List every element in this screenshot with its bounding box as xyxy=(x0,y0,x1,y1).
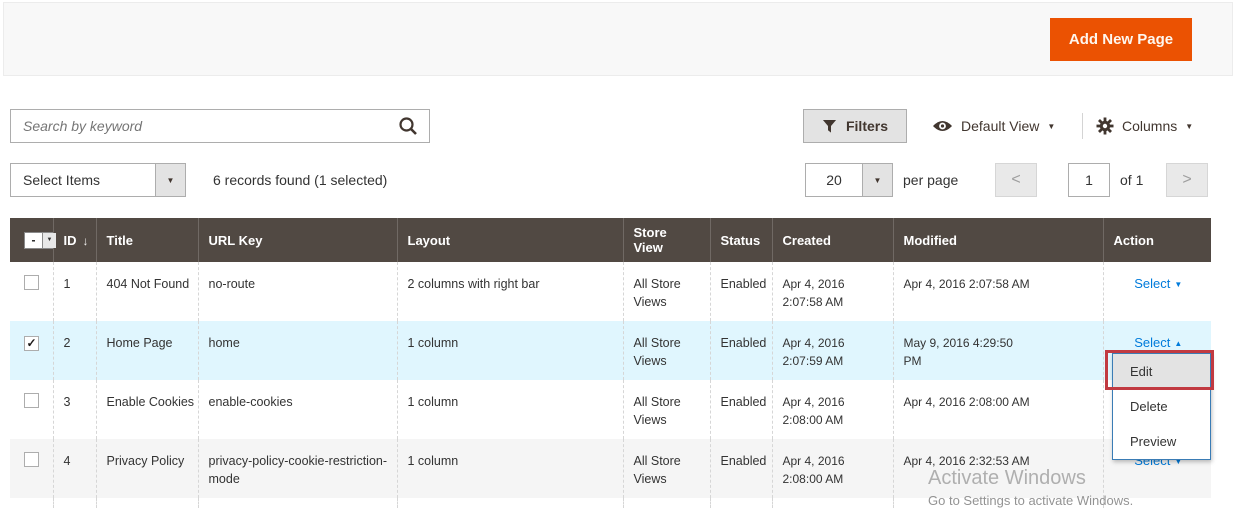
action-menu-item-preview[interactable]: Preview xyxy=(1113,424,1210,459)
select-all-dropdown[interactable]: - ▼ xyxy=(24,232,57,249)
cell-layout: 1 column xyxy=(397,380,623,439)
cell-id: 1 xyxy=(53,262,96,321)
columns-label: Columns xyxy=(1122,118,1177,134)
keyword-search xyxy=(10,109,430,143)
cell-created: Apr 4, 2016 2:08:00 AM xyxy=(772,439,893,498)
row-checkbox[interactable] xyxy=(24,275,39,290)
per-page-value: 20 xyxy=(806,164,862,196)
next-page-button[interactable]: > xyxy=(1166,163,1208,197)
cell-status: Enabled xyxy=(710,262,772,321)
search-input[interactable] xyxy=(11,110,387,142)
cell-store-view: All Store Views xyxy=(623,262,710,321)
previous-page-button[interactable]: < xyxy=(995,163,1037,197)
caret-down-icon: ▼ xyxy=(1185,122,1193,131)
action-menu-item-edit[interactable]: Edit xyxy=(1113,354,1210,389)
column-header-title[interactable]: Title xyxy=(96,218,198,262)
column-header-id[interactable]: ID↓ xyxy=(53,218,96,262)
current-page-input[interactable] xyxy=(1068,163,1110,197)
total-pages-label: of 1 xyxy=(1120,163,1143,197)
row-action-menu: Edit Delete Preview xyxy=(1112,353,1211,460)
cell-modified: Apr 4, 2016 2:08:00 AM xyxy=(893,380,1103,439)
controls-divider xyxy=(1082,113,1083,139)
column-header-layout[interactable]: Layout xyxy=(397,218,623,262)
table-row: 4 Privacy Policy privacy-policy-cookie-r… xyxy=(10,439,1211,498)
column-header-created[interactable]: Created xyxy=(772,218,893,262)
cell-id: 4 xyxy=(53,439,96,498)
cell-modified: Apr 4, 2016 2:32:53 AM xyxy=(893,439,1103,498)
default-view-dropdown[interactable]: Default View ▼ xyxy=(932,109,1055,143)
cell-status: Enabled xyxy=(710,439,772,498)
table-row: 3 Enable Cookies enable-cookies 1 column… xyxy=(10,380,1211,439)
cell-title: Home Page xyxy=(96,321,198,380)
row-action-select-open[interactable]: Select▲ xyxy=(1134,335,1182,350)
caret-down-icon[interactable]: ▼ xyxy=(862,164,892,196)
row-checkbox[interactable] xyxy=(24,452,39,467)
mass-action-select[interactable]: Select Items ▼ xyxy=(10,163,186,197)
page-header-strip xyxy=(3,2,1233,76)
cell-modified: May 9, 2016 4:29:50 PM xyxy=(893,321,1103,380)
filter-funnel-icon xyxy=(822,119,837,134)
filters-button[interactable]: Filters xyxy=(803,109,907,143)
eye-icon xyxy=(932,119,953,133)
caret-down-icon: ▼ xyxy=(1047,122,1055,131)
row-checkbox[interactable] xyxy=(24,393,39,408)
caret-down-icon: ▼ xyxy=(1174,280,1182,289)
cms-pages-table: - ▼ ID↓ Title URL Key Layout Store View … xyxy=(10,218,1211,508)
row-checkbox-checked[interactable]: ✓ xyxy=(24,336,39,351)
cell-store-view: All Store Views xyxy=(623,321,710,380)
cell-created: Apr 4, 2016 2:08:00 AM xyxy=(772,380,893,439)
column-header-action: Action xyxy=(1103,218,1211,262)
table-header-row: - ▼ ID↓ Title URL Key Layout Store View … xyxy=(10,218,1211,262)
cell-url-key: privacy-policy-cookie-restriction-mode xyxy=(198,439,397,498)
caret-down-icon[interactable]: ▼ xyxy=(42,233,56,248)
cell-layout: 1 column xyxy=(397,321,623,380)
cell-title: Enable Cookies xyxy=(96,380,198,439)
records-summary: 6 records found (1 selected) xyxy=(213,163,387,197)
sort-descending-icon: ↓ xyxy=(83,234,89,248)
default-view-label: Default View xyxy=(961,118,1039,134)
cell-created: Apr 4, 2016 2:07:59 AM xyxy=(772,321,893,380)
cell-title: 404 Not Found xyxy=(96,262,198,321)
cell-status: Enabled xyxy=(710,380,772,439)
table-row: 1 404 Not Found no-route 2 columns with … xyxy=(10,262,1211,321)
cell-url-key: home xyxy=(198,321,397,380)
column-header-status[interactable]: Status xyxy=(710,218,772,262)
table-row-selected: ✓ 2 Home Page home 1 column All Store Vi… xyxy=(10,321,1211,380)
cell-title: Privacy Policy xyxy=(96,439,198,498)
column-header-store-view[interactable]: Store View xyxy=(623,218,710,262)
action-menu-item-delete[interactable]: Delete xyxy=(1113,389,1210,424)
cell-store-view: All Store Views xyxy=(623,439,710,498)
filters-label: Filters xyxy=(846,118,888,134)
table-row-partial xyxy=(10,498,1211,508)
cell-id: 2 xyxy=(53,321,96,380)
cell-created: Apr 4, 2016 2:07:58 AM xyxy=(772,262,893,321)
column-header-url-key[interactable]: URL Key xyxy=(198,218,397,262)
caret-down-icon[interactable]: ▼ xyxy=(155,164,185,196)
cell-url-key: no-route xyxy=(198,262,397,321)
cell-url-key: enable-cookies xyxy=(198,380,397,439)
per-page-label: per page xyxy=(903,163,958,197)
per-page-select[interactable]: 20 ▼ xyxy=(805,163,893,197)
column-header-modified[interactable]: Modified xyxy=(893,218,1103,262)
cms-pages-grid-page: Add New Page Filters Default View ▼ xyxy=(0,0,1236,508)
search-icon[interactable] xyxy=(387,110,429,142)
cell-layout: 2 columns with right bar xyxy=(397,262,623,321)
cell-store-view: All Store Views xyxy=(623,380,710,439)
select-items-label: Select Items xyxy=(11,164,155,196)
add-new-page-button[interactable]: Add New Page xyxy=(1050,18,1192,61)
cell-status: Enabled xyxy=(710,321,772,380)
columns-dropdown[interactable]: Columns ▼ xyxy=(1096,109,1193,143)
row-action-select[interactable]: Select▼ xyxy=(1134,276,1182,291)
gear-icon xyxy=(1096,117,1114,135)
cell-modified: Apr 4, 2016 2:07:58 AM xyxy=(893,262,1103,321)
cell-layout: 1 column xyxy=(397,439,623,498)
indeterminate-checkbox-icon[interactable]: - xyxy=(25,233,42,248)
caret-up-icon: ▲ xyxy=(1174,339,1182,348)
cell-id: 3 xyxy=(53,380,96,439)
